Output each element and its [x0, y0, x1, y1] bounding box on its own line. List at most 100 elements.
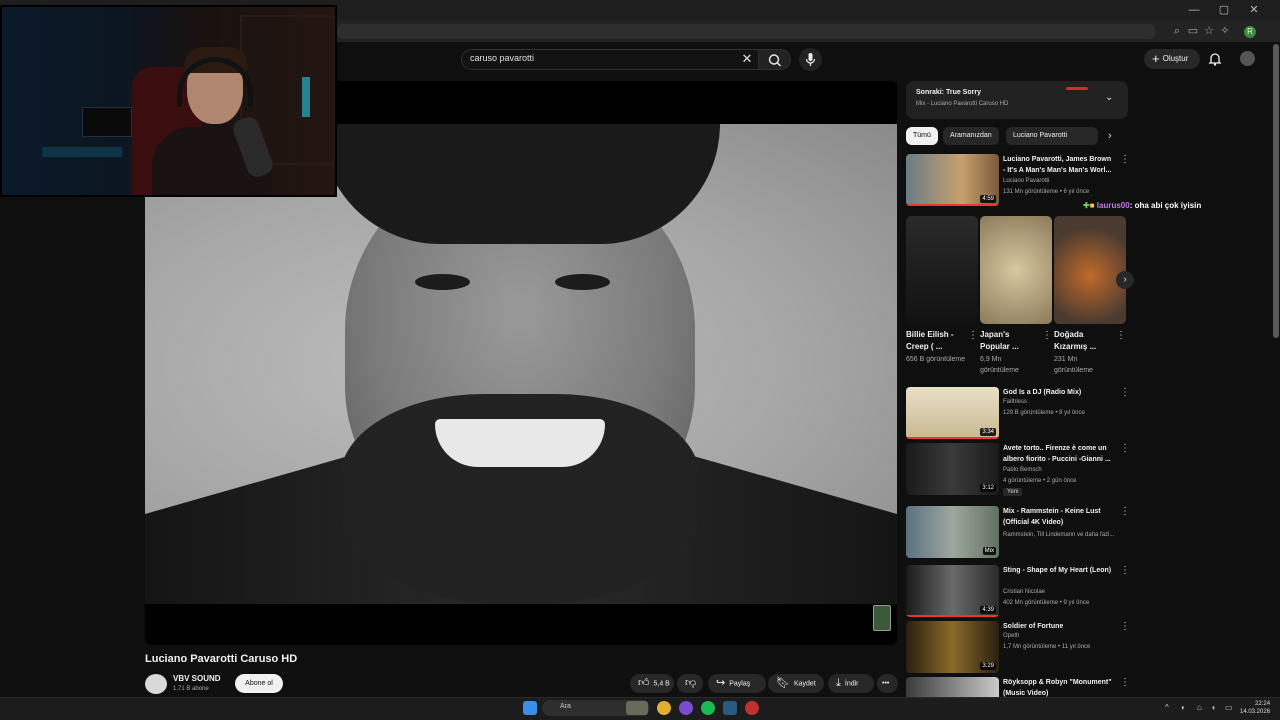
tray-network-icon[interactable]: ⌂ — [1197, 703, 1202, 712]
video-thumbnail[interactable]: Mix — [906, 506, 999, 558]
video-duration: 3:12 — [980, 484, 996, 492]
share-button[interactable]: ↪ Paylaş — [708, 674, 766, 693]
obs-icon[interactable] — [745, 701, 759, 715]
more-vertical-icon[interactable]: ⋮ — [1116, 330, 1126, 341]
video-title[interactable]: Avete torto.. Firenze è come un albero f… — [1003, 443, 1115, 465]
short-item[interactable]: Billie Eilish - Creep ( ... 656 B görünt… — [906, 216, 978, 363]
more-vertical-icon[interactable]: ⋮ — [1042, 330, 1052, 341]
save-label: Kaydet — [793, 680, 816, 688]
clock-time: 22:24 — [1255, 701, 1271, 707]
minimize-button[interactable]: — — [1180, 2, 1208, 18]
address-bar[interactable] — [336, 24, 1156, 39]
channel-name[interactable]: VBV SOUND — [173, 674, 221, 683]
more-vertical-icon[interactable]: ⋮ — [1120, 387, 1130, 398]
more-vertical-icon[interactable]: ⋮ — [968, 330, 978, 341]
video-meta: 1,7 Mn görüntüleme • 11 yıl önce — [1003, 644, 1091, 650]
short-title[interactable]: Billie Eilish - Creep ( ... — [906, 329, 966, 353]
subscribe-button[interactable]: Abone ol — [235, 674, 283, 693]
clock-date: 14.03.2026 — [1240, 709, 1271, 715]
windows-start-icon[interactable] — [523, 701, 537, 715]
video-thumbnail[interactable] — [906, 677, 999, 697]
zoom-icon[interactable]: ⌕ — [1170, 24, 1184, 38]
recommendation-item[interactable]: 3:34 God Is a DJ (Radio Mix) Faithless 1… — [906, 387, 1131, 443]
clear-search-icon[interactable]: ✕ — [740, 51, 754, 67]
dislike-button[interactable]: 👎︎ — [677, 674, 703, 693]
extensions-icon[interactable]: ✧ — [1218, 24, 1232, 38]
video-title[interactable]: Luciano Pavarotti, James Brown - It's A … — [1003, 154, 1115, 176]
more-vertical-icon[interactable]: ⋮ — [1120, 506, 1130, 517]
more-vertical-icon[interactable]: ⋮ — [1120, 565, 1130, 576]
create-button[interactable]: + Oluştur — [1144, 49, 1200, 69]
close-window-button[interactable]: ✕ — [1240, 2, 1268, 18]
tray-volume-icon[interactable]: ◖ — [1211, 703, 1216, 712]
save-button[interactable]: 🔖︎ Kaydet — [768, 674, 824, 693]
channel-watermark-icon[interactable] — [873, 605, 891, 631]
channel-name[interactable]: Cristian Nicolae — [1003, 589, 1045, 595]
create-label: Oluştur — [1162, 54, 1189, 64]
spotify-icon[interactable] — [701, 701, 715, 715]
short-item[interactable]: Japan's Popular ... 6,9 Mn görüntüleme ⋮ — [980, 216, 1052, 374]
recommendation-item[interactable]: 4:39 Sting - Shape of My Heart (Leon) Cr… — [906, 565, 1131, 621]
search-highlight-icon[interactable] — [626, 701, 648, 715]
browser-profile-avatar[interactable]: R — [1244, 26, 1256, 38]
short-thumbnail[interactable] — [1054, 216, 1126, 324]
download-button[interactable]: ⤓ İndir — [828, 674, 874, 693]
video-thumbnail[interactable]: 3:29 — [906, 621, 999, 673]
page-scrollbar[interactable] — [1273, 44, 1279, 338]
maximize-button[interactable]: ▢ — [1210, 2, 1238, 18]
tray-display-icon[interactable]: ▭ — [1225, 703, 1233, 712]
chat-message: ✚■ laurus00: oha abi çok iyisin — [1083, 201, 1202, 210]
channel-avatar[interactable] — [145, 674, 167, 694]
chip-all[interactable]: Tümü — [906, 127, 938, 145]
video-thumbnail[interactable]: 3:12 — [906, 443, 999, 495]
video-title[interactable]: Sting - Shape of My Heart (Leon) — [1003, 565, 1115, 576]
video-thumbnail[interactable]: 4:39 — [906, 565, 999, 617]
tray-chevron-icon[interactable]: ^ — [1165, 703, 1169, 712]
chrome-icon[interactable] — [657, 701, 671, 715]
cast-icon[interactable]: ▭ — [1186, 24, 1200, 38]
search-button[interactable] — [758, 49, 791, 70]
tray-app-icon[interactable]: ◐ — [1181, 703, 1186, 712]
video-thumbnail[interactable]: 3:34 — [906, 387, 999, 439]
video-title[interactable]: Mix - Rammstein - Keine Lust (Official 4… — [1003, 506, 1115, 528]
channel-name[interactable]: Faithless — [1003, 399, 1027, 405]
search-query-text[interactable]: caruso pavarotti — [470, 53, 534, 63]
recommendation-item[interactable]: Röyksopp & Robyn "Monument" (Music Video… — [906, 677, 1131, 697]
short-item[interactable]: Doğada Kızarmış ... 231 Mn görüntüleme ⋮ — [1054, 216, 1126, 374]
account-avatar[interactable] — [1240, 51, 1255, 66]
notifications-bell-icon[interactable] — [1207, 51, 1223, 67]
recommendation-item[interactable]: 3:12 Avete torto.. Firenze è come un alb… — [906, 443, 1131, 499]
short-thumbnail[interactable] — [906, 216, 978, 324]
channel-name[interactable]: Rammstein, Till Lindemann ve daha fazl..… — [1003, 532, 1114, 538]
recommendation-item[interactable]: 3:29 Soldier of Fortune Opeth 1,7 Mn gör… — [906, 621, 1131, 677]
video-title[interactable]: Röyksopp & Robyn "Monument" (Music Video… — [1003, 677, 1115, 697]
channel-name[interactable]: Opeth — [1003, 633, 1019, 639]
video-thumbnail[interactable]: 4:59 — [906, 154, 999, 206]
watch-progress-bar — [906, 204, 999, 206]
short-title[interactable]: Doğada Kızarmış ... — [1054, 329, 1114, 353]
more-vertical-icon[interactable]: ⋮ — [1120, 621, 1130, 632]
like-button[interactable]: 👍︎ 5,4 B — [630, 674, 674, 693]
recommendation-item[interactable]: Mix Mix - Rammstein - Keine Lust (Offici… — [906, 506, 1131, 562]
steam-icon[interactable] — [723, 701, 737, 715]
more-actions-button[interactable]: ••• — [877, 674, 898, 693]
short-title[interactable]: Japan's Popular ... — [980, 329, 1040, 353]
chip-luciano-pavarotti[interactable]: Luciano Pavarotti — [1006, 127, 1098, 145]
video-title[interactable]: Soldier of Fortune — [1003, 621, 1115, 632]
messenger-icon[interactable] — [679, 701, 693, 715]
short-thumbnail[interactable] — [980, 216, 1052, 324]
star-icon[interactable]: ☆ — [1202, 24, 1216, 38]
more-vertical-icon[interactable]: ⋮ — [1120, 154, 1130, 165]
voice-search-button[interactable] — [799, 48, 822, 71]
channel-name[interactable]: Luciano Pavarotti — [1003, 178, 1049, 184]
chevron-right-icon[interactable]: › — [1108, 130, 1112, 142]
video-title[interactable]: God Is a DJ (Radio Mix) — [1003, 387, 1115, 398]
chevron-right-icon[interactable]: › — [1116, 271, 1134, 289]
up-next-panel[interactable] — [906, 81, 1128, 119]
taskbar-clock[interactable]: 22:24 14.03.2026 — [1240, 700, 1270, 716]
chevron-down-icon[interactable]: ⌄ — [1105, 92, 1113, 103]
more-vertical-icon[interactable]: ⋮ — [1120, 677, 1130, 688]
channel-name[interactable]: Pablo Bemsch — [1003, 467, 1042, 473]
more-vertical-icon[interactable]: ⋮ — [1120, 443, 1130, 454]
chip-from-searches[interactable]: Aramanızdan — [943, 127, 999, 145]
